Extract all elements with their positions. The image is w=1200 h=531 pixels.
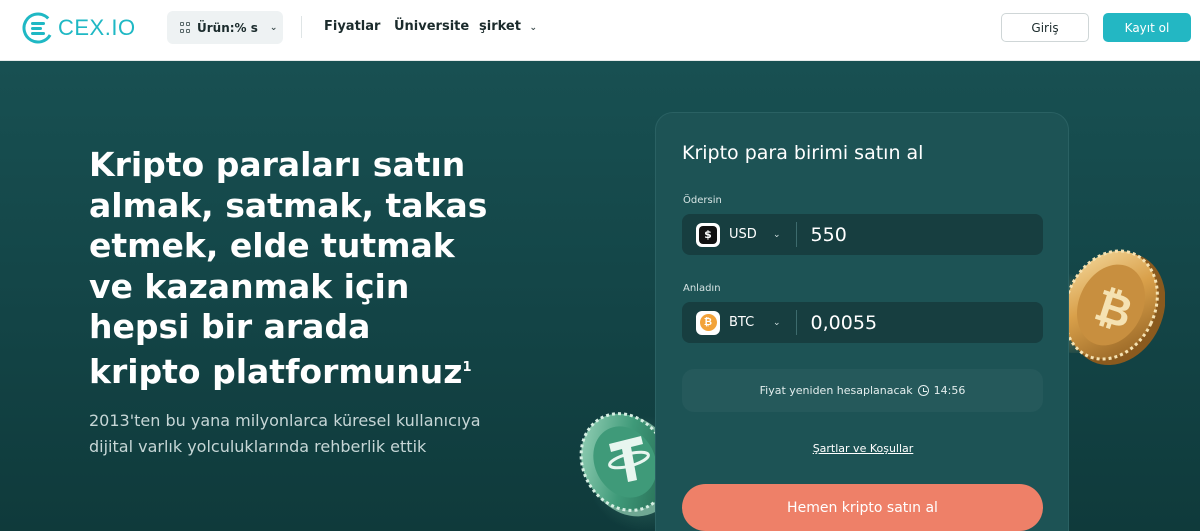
buy-now-button[interactable]: Hemen kripto satın al (682, 484, 1043, 531)
chevron-down-icon[interactable]: ⌄ (773, 230, 781, 240)
receive-label: Anladın (683, 283, 721, 294)
terms-link[interactable]: Şartlar ve Koşullar (656, 442, 1070, 455)
bitcoin-symbol: ₿ (699, 314, 717, 331)
hero-subtitle: 2013'ten bu yana milyonlarca küresel kul… (89, 411, 481, 456)
product-menu-button[interactable]: Ürün:% s ⌄ (167, 11, 283, 44)
hero-title-footnote: 1 (462, 359, 472, 375)
buy-crypto-widget: Kripto para birimi satın al Ödersin $ US… (655, 112, 1069, 531)
hero-title-text: Kripto paraları satın almak, satmak, tak… (89, 145, 488, 391)
pay-field: $ USD ⌄ 550 (682, 214, 1043, 255)
grid-icon (180, 22, 191, 33)
receive-amount-input[interactable]: 0,0055 (811, 312, 877, 334)
nav-item-university[interactable]: Üniversite (394, 19, 469, 34)
bitcoin-icon: ₿ (696, 310, 720, 335)
nav-divider (301, 16, 302, 38)
cex-logo-icon (22, 12, 54, 44)
chevron-down-icon: ⌄ (269, 22, 278, 33)
logo-text: CEX.IO (58, 15, 136, 40)
product-menu-label: Ürün:% s (197, 20, 258, 35)
widget-title: Kripto para birimi satın al (682, 142, 924, 164)
price-recalc-notice: Fiyat yeniden hesaplanacak 14:56 (682, 369, 1043, 412)
top-header: CEX.IO Ürün:% s ⌄ Fiyatlar Üniversite şi… (0, 0, 1200, 61)
recalc-timer: 14:56 (933, 384, 966, 397)
field-separator (795, 222, 797, 247)
logo[interactable]: CEX.IO (22, 12, 136, 44)
receive-currency[interactable]: BTC (729, 315, 767, 330)
login-button[interactable]: Giriş (1001, 13, 1089, 42)
clock-icon (917, 385, 929, 396)
nav-item-prices[interactable]: Fiyatlar (324, 19, 380, 34)
nav-item-company[interactable]: şirket ⌄ (479, 19, 537, 34)
field-separator (795, 310, 797, 335)
chevron-down-icon[interactable]: ⌄ (773, 318, 781, 328)
pay-currency[interactable]: USD (729, 227, 767, 242)
hero-section: Kripto paraları satın almak, satmak, tak… (0, 61, 1200, 531)
recalc-text: Fiyat yeniden hesaplanacak (759, 384, 913, 397)
hero-title: Kripto paraları satın almak, satmak, tak… (89, 145, 489, 392)
dollar-icon: $ (696, 222, 720, 247)
signup-button[interactable]: Kayıt ol (1103, 13, 1191, 42)
receive-field: ₿ BTC ⌄ 0,0055 (682, 302, 1043, 343)
nav-item-company-label: şirket (479, 19, 521, 34)
pay-label: Ödersin (683, 195, 722, 206)
pay-amount-input[interactable]: 550 (811, 224, 847, 246)
chevron-down-icon: ⌄ (529, 23, 538, 33)
dollar-symbol: $ (699, 225, 717, 244)
